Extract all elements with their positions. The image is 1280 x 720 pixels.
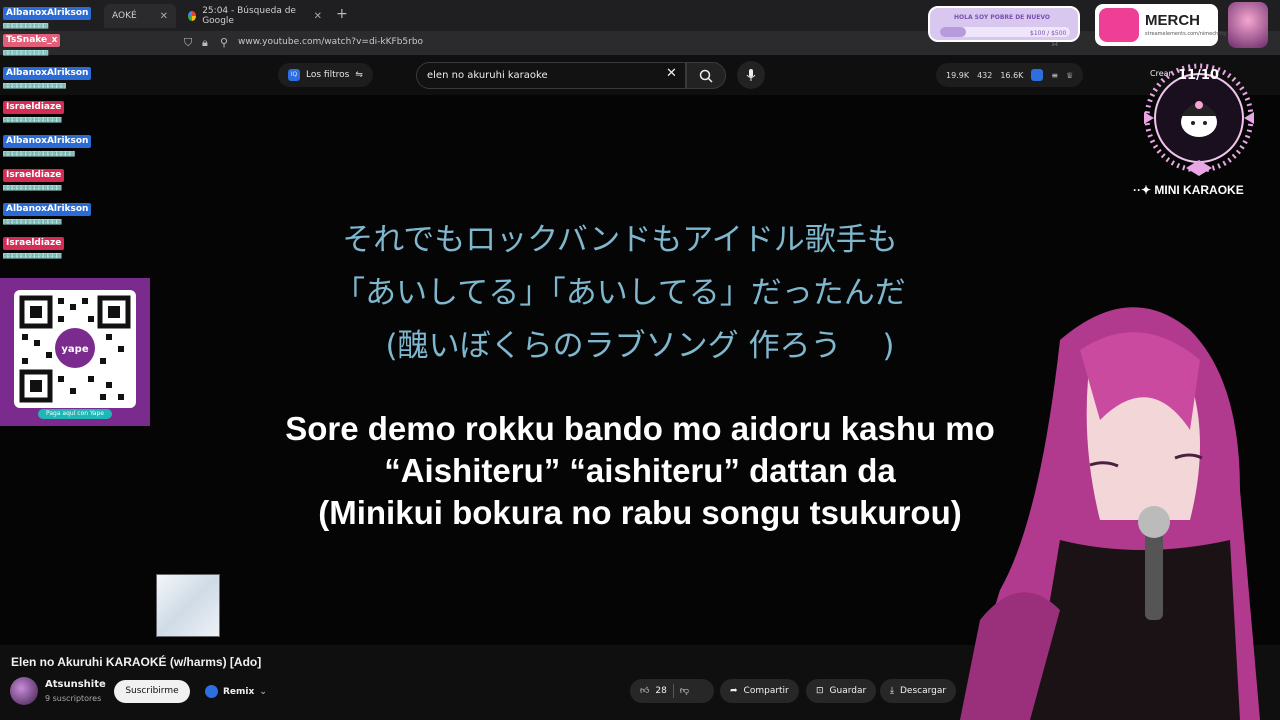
- lyric-jp-line-1: それでもロックバンドもアイドル歌手も: [342, 222, 898, 258]
- emote-row: ▩▩▩▩▩▩▩▩▩▩▩▩▩: [3, 115, 61, 125]
- channel-name[interactable]: Atsunshite: [45, 679, 106, 690]
- iq-icon: [1031, 69, 1044, 81]
- download-icon: ⤓: [890, 686, 894, 696]
- chat-username: Israeldiaze: [3, 237, 65, 250]
- subscriber-count: 9 suscriptores: [45, 694, 102, 703]
- shield-icon[interactable]: ⛉: [184, 36, 192, 50]
- voice-search-button[interactable]: [737, 61, 765, 89]
- thumbs-down-icon[interactable]: 👎︎: [680, 686, 689, 696]
- search-input[interactable]: elen no akuruhi karaoke: [416, 62, 686, 89]
- emote-row: ▩▩▩▩▩▩▩▩▩▩▩▩▩▩: [3, 81, 66, 91]
- streamer-mini-avatar: [1228, 2, 1268, 48]
- iq-icon: [205, 685, 218, 698]
- iq-icon: IQ: [288, 69, 300, 81]
- new-tab-icon[interactable]: +: [336, 6, 348, 22]
- chat-username: Israeldiaze: [3, 101, 65, 114]
- merch-url: streamelements.com/nimechitty: [1145, 31, 1227, 37]
- chat-username: AlbanoxAlrikson: [3, 67, 92, 80]
- save-button[interactable]: ⊡ Guardar: [806, 679, 877, 703]
- merch-banner[interactable]: MERCH streamelements.com/nimechitty: [1095, 4, 1226, 46]
- yape-logo-text: yape: [61, 344, 88, 355]
- emote-row: ▩▩▩▩▩▩▩▩▩▩▩▩▩▩▩▩: [3, 149, 75, 159]
- chat-username: AlbanoxAlrikson: [3, 203, 92, 216]
- goal-amount: $100 / $500: [1030, 30, 1067, 37]
- chat-message: AlbanoxAlrikson ▩▩▩▩▩▩▩▩▩▩▩▩▩: [3, 196, 92, 228]
- close-tab-icon[interactable]: ✕: [314, 11, 322, 22]
- share-icon: ➦: [730, 686, 738, 696]
- divider: [672, 684, 674, 698]
- qr-label: Paga aquí con Yape: [38, 409, 112, 419]
- chat-username: Israeldiaze: [3, 169, 65, 182]
- watch-stat: 16.6K: [1000, 70, 1024, 80]
- search-button[interactable]: [686, 62, 726, 89]
- payment-qr-panel: yape Paga aquí con Yape: [0, 278, 150, 426]
- stats-bar: 19.9K 432 16.6K ≡ ♕: [936, 63, 1084, 87]
- chat-message: TsSnake_x ▩▩▩▩▩▩▩▩▩▩: [3, 27, 61, 59]
- channel-avatar[interactable]: [10, 677, 38, 705]
- chat-message: Israeldiaze ▩▩▩▩▩▩▩▩▩▩▩▩▩: [3, 162, 65, 194]
- emote-row: ▩▩▩▩▩▩▩▩▩▩▩▩▩: [3, 183, 61, 193]
- tab-label: 25:04 - Búsqueda de Google: [202, 6, 296, 26]
- lock-icon[interactable]: 🔒︎: [202, 36, 208, 50]
- save-label: Guardar: [829, 686, 867, 696]
- sliders-icon: ⇋: [355, 70, 363, 80]
- filters-button[interactable]: IQ Los filtros ⇋: [278, 63, 373, 87]
- tab-karaoke[interactable]: AOKÉ ✕: [104, 4, 176, 28]
- merch-logo: [1099, 8, 1139, 42]
- album-art-thumbnail: [156, 574, 220, 637]
- goal-progress-fill: [940, 27, 966, 37]
- microphone-icon: [746, 69, 756, 81]
- google-icon: [188, 11, 197, 21]
- goal-title: HOLA SOY POBRE DE NUEVO: [954, 14, 1050, 21]
- like-count: 28: [655, 686, 667, 696]
- close-tab-icon[interactable]: ✕: [160, 11, 168, 22]
- subscribe-button[interactable]: Suscribirme: [114, 680, 190, 703]
- chat-message: Israeldiaze ▩▩▩▩▩▩▩▩▩▩▩▩▩: [3, 94, 65, 126]
- mini-karaoke-label: ··✦ MINI KARAOKE: [1133, 183, 1244, 197]
- emote-row: ▩▩▩▩▩▩▩▩▩▩: [3, 48, 48, 58]
- search-icon: [699, 69, 713, 83]
- tab-google[interactable]: 25:04 - Búsqueda de Google ✕: [180, 4, 330, 28]
- donation-goal: HOLA SOY POBRE DE NUEVO $100 / $500: [928, 6, 1080, 42]
- address-bar[interactable]: ⛉ 🔒︎ ⚲ www.youtube.com/watch?v=di-kKFb5r…: [0, 31, 1280, 55]
- chevron-down-icon: ⌄: [259, 686, 267, 697]
- qr-code-icon: yape: [19, 295, 131, 403]
- views-stat: 19.9K: [946, 70, 970, 80]
- remix-label: Remix: [223, 686, 255, 697]
- stream-scene: AOKÉ ✕ 25:04 - Búsqueda de Google ✕ + ⛉ …: [0, 0, 1280, 720]
- merch-label: MERCH: [1145, 12, 1200, 29]
- share-label: Compartir: [743, 686, 789, 696]
- site-info-icon[interactable]: ⚲: [220, 36, 228, 49]
- qr-code: yape: [14, 290, 136, 408]
- trophy-icon[interactable]: ♕: [1066, 71, 1073, 80]
- clear-search-icon[interactable]: ✕: [666, 66, 677, 81]
- like-dislike-group[interactable]: 👍︎ 28 👎︎: [630, 679, 714, 703]
- chat-username: AlbanoxAlrikson: [3, 7, 92, 20]
- chat-message: AlbanoxAlrikson ▩▩▩▩▩▩▩▩▩▩▩▩▩▩▩▩: [3, 128, 92, 160]
- song-counter: 11/10: [1178, 68, 1219, 83]
- tab-label: AOKÉ: [112, 11, 137, 21]
- vtuber-avatar: [960, 307, 1260, 720]
- chat-message: Israeldiaze ▩▩▩▩▩▩▩▩▩▩▩▩▩: [3, 230, 65, 262]
- emote-row: ▩▩▩▩▩▩▩▩▩▩▩▩▩: [3, 217, 61, 227]
- video-title: Elen no Akuruhi KARAOKÉ (w/harms) [Ado]: [11, 655, 262, 669]
- chat-message: AlbanoxAlrikson ▩▩▩▩▩▩▩▩▩▩▩▩▩▩: [3, 60, 92, 92]
- likes-stat: 432: [977, 70, 993, 80]
- thumbs-up-icon[interactable]: 👍︎: [640, 686, 649, 696]
- bookmark-icon: ⊡: [816, 686, 824, 696]
- settings-icon[interactable]: ≡: [1051, 71, 1058, 80]
- remix-button[interactable]: Remix ⌄: [197, 680, 275, 703]
- share-button[interactable]: ➦ Compartir: [720, 679, 799, 703]
- emote-row: ▩▩▩▩▩▩▩▩▩▩▩▩▩: [3, 251, 61, 261]
- chat-username: AlbanoxAlrikson: [3, 135, 92, 148]
- filters-label: Los filtros: [306, 70, 350, 80]
- chat-username: TsSnake_x: [3, 34, 61, 47]
- browser-tab-bar: AOKÉ ✕ 25:04 - Búsqueda de Google ✕ +: [0, 0, 1280, 31]
- url-text[interactable]: www.youtube.com/watch?v=di-kKFb5rbo: [238, 37, 423, 47]
